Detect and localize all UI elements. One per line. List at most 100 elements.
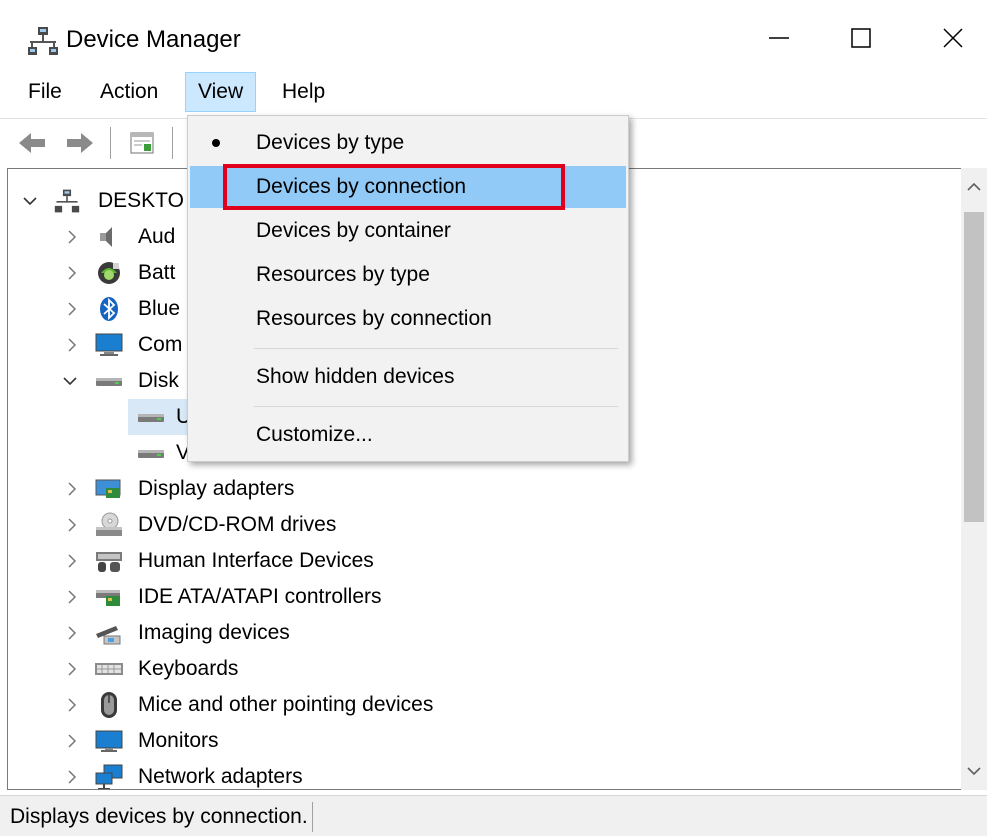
chevron-right-icon[interactable] (64, 301, 80, 317)
tree-item-mice[interactable]: Mice and other pointing devices (8, 687, 608, 723)
hid-icon (94, 546, 124, 576)
bluetooth-icon (94, 294, 124, 324)
computer-icon (94, 330, 124, 360)
status-bar: Displays devices by connection. (0, 795, 987, 836)
menu-item-label: Devices by type (256, 131, 405, 154)
keyboard-icon (94, 654, 124, 684)
menu-bar: File Action View Help (0, 70, 987, 114)
menu-separator (254, 406, 618, 407)
chevron-right-icon[interactable] (64, 337, 80, 353)
tree-item-keyboards[interactable]: Keyboards (8, 651, 608, 687)
audio-icon (94, 222, 124, 252)
tree-item-label: Mice and other pointing devices (138, 693, 434, 716)
menu-item-devices-by-connection[interactable]: Devices by connection (190, 166, 626, 208)
tree-item-ide-controllers[interactable]: IDE ATA/ATAPI controllers (8, 579, 608, 615)
menu-item-label: Customize... (256, 423, 373, 446)
chevron-down-icon (967, 767, 981, 776)
menu-file[interactable]: File (16, 72, 74, 112)
close-icon (943, 28, 963, 48)
tree-item-label: Display adapters (138, 477, 295, 500)
disk-drive-icon (136, 438, 166, 468)
menu-item-customize[interactable]: Customize... (190, 414, 626, 456)
chevron-right-icon[interactable] (64, 625, 80, 641)
battery-icon (94, 258, 124, 288)
maximize-icon (851, 28, 871, 48)
chevron-right-icon[interactable] (64, 661, 80, 677)
menu-item-devices-by-type[interactable]: Devices by type (190, 122, 626, 164)
forward-button[interactable] (62, 125, 98, 161)
chevron-right-icon[interactable] (64, 265, 80, 281)
chevron-right-icon[interactable] (64, 229, 80, 245)
monitor-icon (94, 726, 124, 756)
tree-item-label: Human Interface Devices (138, 549, 374, 572)
menu-view[interactable]: View (185, 72, 257, 112)
tree-item-label: Network adapters (138, 765, 303, 788)
chevron-right-icon[interactable] (64, 733, 80, 749)
tree-item-label: DVD/CD-ROM drives (138, 513, 337, 536)
chevron-right-icon[interactable] (64, 769, 80, 785)
scroll-thumb[interactable] (964, 212, 984, 522)
imaging-icon (94, 618, 124, 648)
dvd-drive-icon (94, 510, 124, 540)
tree-item-display-adapters[interactable]: Display adapters (8, 471, 608, 507)
properties-icon (130, 132, 154, 154)
menu-item-label: Resources by connection (256, 307, 492, 330)
back-arrow-icon (19, 133, 45, 153)
menu-item-devices-by-container[interactable]: Devices by container (190, 210, 626, 252)
network-adapter-icon (94, 762, 124, 789)
back-button[interactable] (14, 125, 50, 161)
tree-root-label: DESKTO (98, 189, 184, 212)
forward-arrow-icon (67, 133, 93, 153)
chevron-down-icon[interactable] (22, 193, 38, 209)
chevron-right-icon[interactable] (64, 517, 80, 533)
menu-separator (254, 348, 618, 349)
tree-item-imaging-devices[interactable]: Imaging devices (8, 615, 608, 651)
menu-item-label: Resources by type (256, 263, 430, 286)
scroll-down-button[interactable] (961, 756, 987, 786)
menu-item-label: Devices by container (256, 219, 451, 242)
vertical-scrollbar[interactable] (961, 168, 987, 790)
display-adapter-icon (94, 474, 124, 504)
tree-item-label: Batt (138, 261, 176, 284)
tree-item-label: Com (138, 333, 183, 356)
chevron-right-icon[interactable] (64, 697, 80, 713)
device-manager-icon (27, 25, 59, 57)
disk-drive-icon (136, 402, 166, 432)
menu-item-label: Devices by connection (256, 175, 467, 198)
minimize-button[interactable] (749, 16, 809, 60)
tree-item-label: Aud (138, 225, 176, 248)
menu-action[interactable]: Action (88, 72, 170, 112)
tree-item-network-adapters[interactable]: Network adapters (8, 759, 608, 789)
tree-item-label: Keyboards (138, 657, 239, 680)
title-bar: Device Manager (0, 0, 987, 76)
tree-item-label: Imaging devices (138, 621, 290, 644)
tree-item-label: IDE ATA/ATAPI controllers (138, 585, 382, 608)
tree-item-monitors[interactable]: Monitors (8, 723, 608, 759)
disk-drive-icon (94, 366, 124, 396)
maximize-button[interactable] (831, 16, 891, 60)
tree-item-hid[interactable]: Human Interface Devices (8, 543, 608, 579)
menu-item-resources-by-connection[interactable]: Resources by connection (190, 298, 626, 340)
close-button[interactable] (923, 16, 983, 60)
toolbar-separator (172, 127, 173, 159)
ide-controller-icon (94, 582, 124, 612)
chevron-down-icon[interactable] (62, 373, 78, 389)
chevron-right-icon[interactable] (64, 589, 80, 605)
chevron-right-icon[interactable] (64, 481, 80, 497)
mouse-icon (94, 690, 124, 720)
computer-network-icon (52, 186, 82, 216)
menu-item-show-hidden-devices[interactable]: Show hidden devices (190, 356, 626, 398)
chevron-right-icon[interactable] (64, 553, 80, 569)
toolbar-separator (110, 127, 111, 159)
menu-item-label: Show hidden devices (256, 365, 455, 388)
tree-item-label: Monitors (138, 729, 219, 752)
window-title: Device Manager (66, 26, 241, 53)
tree-item-dvd-drives[interactable]: DVD/CD-ROM drives (8, 507, 608, 543)
minimize-icon (769, 37, 789, 39)
menu-help[interactable]: Help (270, 72, 337, 112)
scroll-up-button[interactable] (961, 172, 987, 202)
menu-item-resources-by-type[interactable]: Resources by type (190, 254, 626, 296)
properties-button[interactable] (124, 125, 160, 161)
tree-item-label: Disk (138, 369, 179, 392)
chevron-up-icon (967, 182, 981, 191)
